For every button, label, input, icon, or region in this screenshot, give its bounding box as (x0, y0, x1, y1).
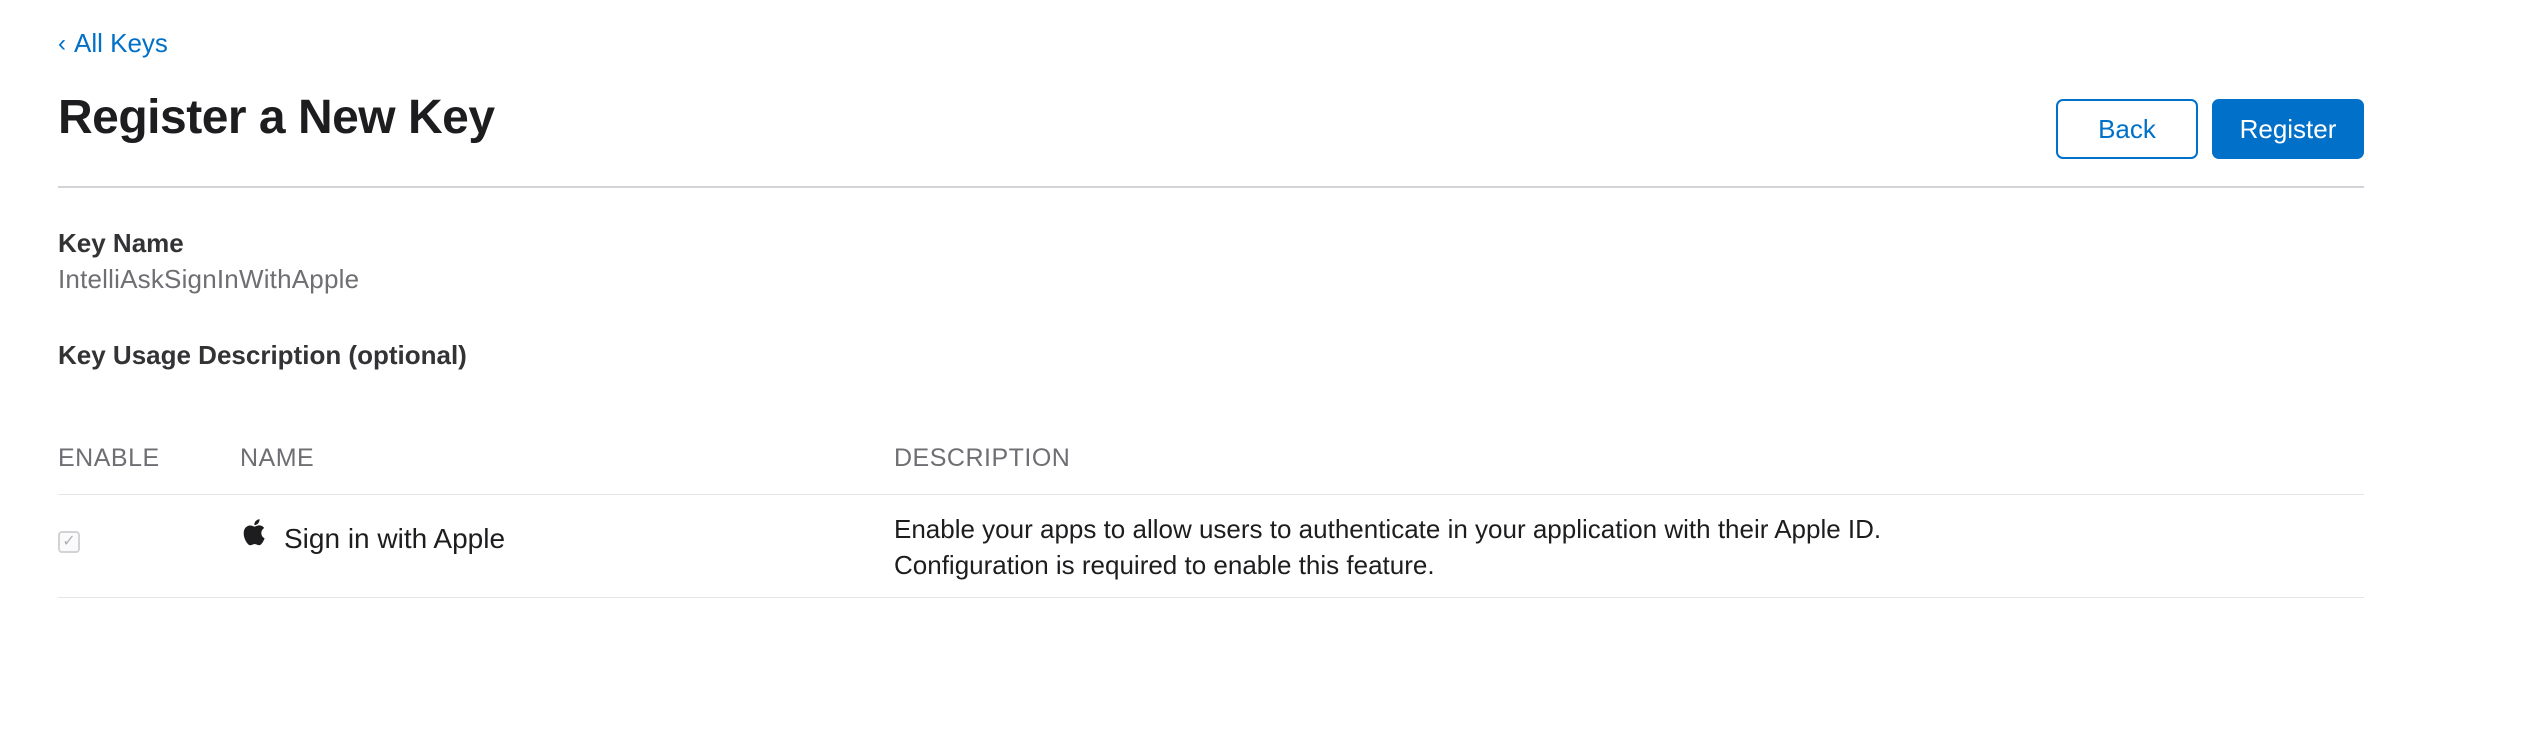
key-name-label: Key Name (58, 228, 184, 258)
key-usage-description-label: Key Usage Description (optional) (58, 340, 467, 370)
column-header-name: NAME (240, 444, 315, 472)
column-header-description: DESCRIPTION (894, 444, 1071, 472)
apple-icon (243, 519, 265, 546)
service-name-cell: Sign in with Apple (240, 519, 506, 555)
register-button[interactable]: Register (2212, 99, 2364, 159)
table-header: ENABLE NAME DESCRIPTION (58, 430, 2364, 495)
back-button[interactable]: Back (2056, 99, 2198, 159)
page-title: Register a New Key (58, 91, 495, 144)
service-name: Sign in with Apple (284, 523, 506, 554)
all-keys-link-label: All Keys (74, 28, 168, 58)
table-row: ✓ Sign in with Apple Enable your apps to… (58, 495, 2364, 598)
key-name-value: IntelliAskSignInWithApple (58, 264, 360, 294)
enable-checkbox[interactable]: ✓ (58, 531, 80, 553)
chevron-left-icon: ‹ (58, 29, 66, 57)
header-divider (58, 186, 2364, 188)
all-keys-link[interactable]: ‹ All Keys (58, 28, 168, 59)
column-header-enable: ENABLE (58, 444, 160, 472)
services-table: ENABLE NAME DESCRIPTION ✓ Sign in with A… (58, 430, 2364, 598)
service-description: Enable your apps to allow users to authe… (894, 514, 1882, 580)
header-actions: Back Register (2056, 99, 2364, 159)
check-icon: ✓ (62, 533, 76, 550)
